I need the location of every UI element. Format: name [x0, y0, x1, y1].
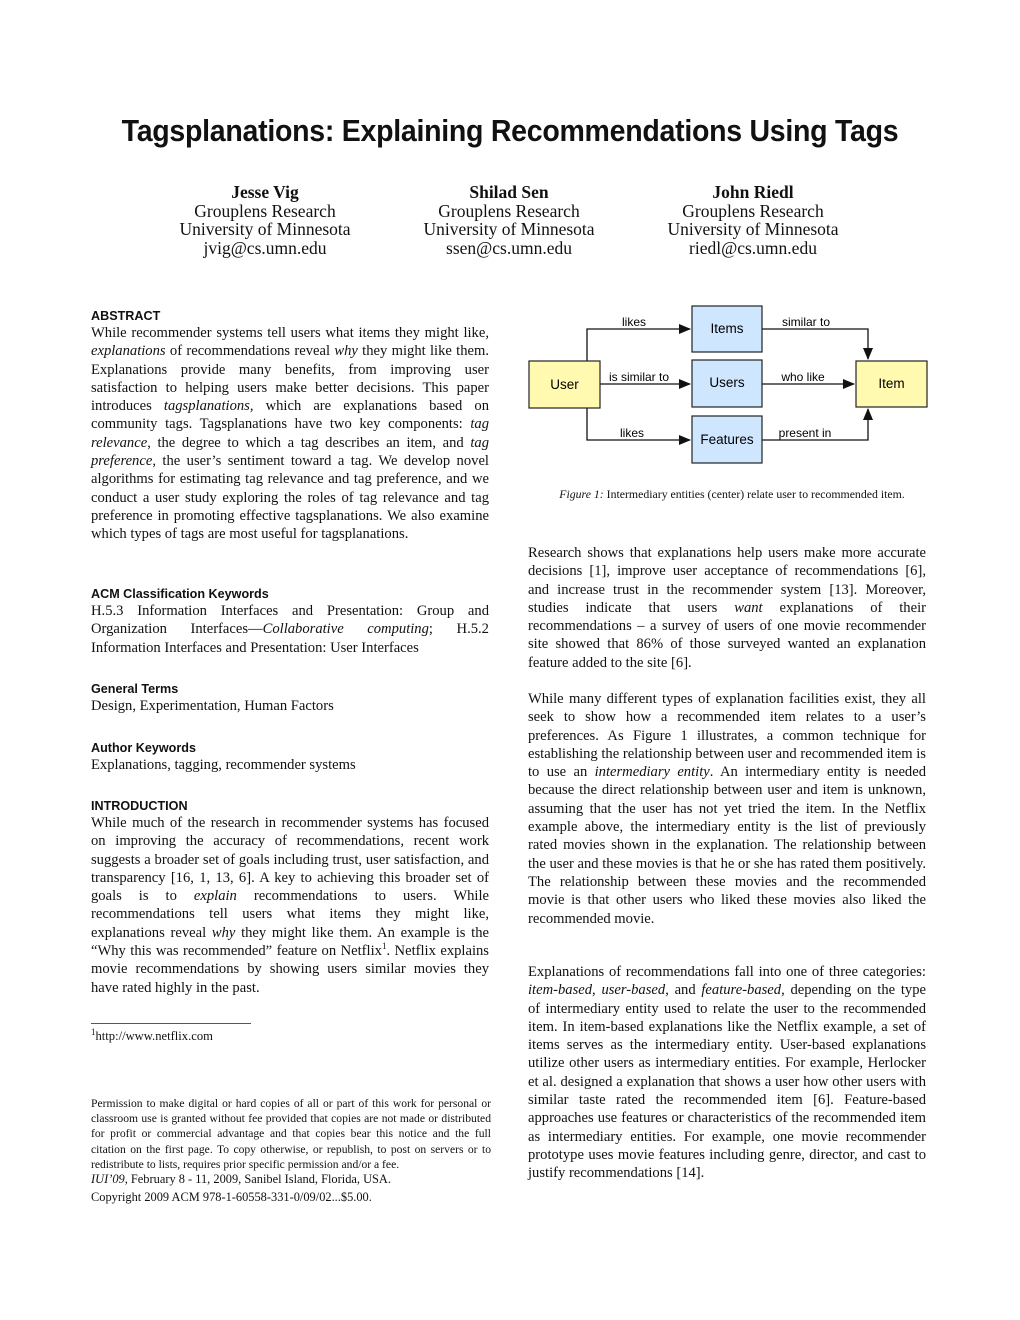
- author-affiliation: Grouplens Research: [682, 200, 824, 221]
- author-affiliation: Grouplens Research: [194, 200, 336, 221]
- footnote-link[interactable]: http://www.netflix.com: [96, 1029, 213, 1043]
- author-block: Jesse Vig Grouplens Research University …: [140, 183, 390, 257]
- edge-items-item: [762, 328, 873, 360]
- venue-line: IUI’09, February 8 - 11, 2009, Sanibel I…: [91, 1172, 391, 1187]
- introduction-section: INTRODUCTION While much of the research …: [91, 798, 489, 997]
- author-keywords-section: Author Keywords Explanations, tagging, r…: [91, 740, 489, 774]
- footnote: 1http://www.netflix.com: [91, 1027, 213, 1044]
- abstract-heading: ABSTRACT: [91, 309, 161, 323]
- acm-keywords-heading: ACM Classification Keywords: [91, 587, 269, 601]
- introduction-text: While much of the research in recommende…: [91, 815, 490, 996]
- footnote-divider: [91, 1023, 251, 1024]
- abstract-section: ABSTRACT While recommender systems tell …: [91, 308, 489, 544]
- svg-text:Items: Items: [710, 321, 743, 336]
- author-name: Shilad Sen: [469, 182, 549, 202]
- figure-1-diagram: User Items Users Features Item likes is …: [528, 305, 928, 464]
- edge-user-items: [586, 324, 691, 361]
- svg-text:User: User: [550, 377, 579, 392]
- body-paragraph: Research shows that explanations help us…: [528, 545, 927, 671]
- svg-text:Features: Features: [700, 432, 754, 447]
- author-email: jvig@cs.umn.edu: [203, 237, 327, 258]
- figure-label: Figure 1:: [559, 487, 604, 501]
- svg-text:Item: Item: [878, 376, 904, 391]
- permission-notice: Permission to make digital or hard copie…: [91, 1096, 491, 1205]
- copyright-line: Copyright 2009 ACM 978-1-60558-331-0/09/…: [91, 1190, 372, 1205]
- author-keywords-heading: Author Keywords: [91, 741, 196, 755]
- body-paragraph: While many different types of explanatio…: [528, 691, 926, 927]
- general-terms-text: Design, Experimentation, Human Factors: [91, 698, 334, 714]
- svg-text:Users: Users: [709, 375, 745, 390]
- acm-keywords-text: H.5.3 Information Interfaces and Present…: [91, 603, 489, 656]
- author-name: Jesse Vig: [231, 182, 299, 202]
- edge-label: likes: [622, 315, 646, 329]
- node-features: Features: [691, 415, 763, 464]
- node-users: Users: [691, 359, 763, 408]
- abstract-text: While recommender systems tell users wha…: [91, 325, 489, 543]
- author-keywords-text: Explanations, tagging, recommender syste…: [91, 757, 356, 773]
- author-block: Shilad Sen Grouplens Research University…: [384, 183, 634, 257]
- figure-caption-text: Intermediary entities (center) relate us…: [603, 487, 905, 501]
- edge-label: likes: [620, 426, 644, 440]
- author-institution: University of Minnesota: [179, 219, 351, 239]
- edge-label: who like: [780, 370, 825, 384]
- introduction-heading: INTRODUCTION: [91, 799, 188, 813]
- paper-title: Tagsplanations: Explaining Recommendatio…: [121, 113, 899, 148]
- node-user: User: [528, 360, 601, 409]
- author-institution: University of Minnesota: [667, 219, 839, 239]
- author-email: riedl@cs.umn.edu: [689, 237, 817, 258]
- edge-label: similar to: [782, 315, 830, 329]
- general-terms-heading: General Terms: [91, 682, 179, 696]
- author-block: John Riedl Grouplens Research University…: [628, 183, 878, 257]
- acm-keywords-section: ACM Classification Keywords H.5.3 Inform…: [91, 586, 489, 657]
- author-institution: University of Minnesota: [423, 219, 595, 239]
- figure-1-caption: Figure 1: Intermediary entities (center)…: [527, 487, 937, 502]
- node-item: Item: [855, 360, 928, 408]
- author-affiliation: Grouplens Research: [438, 200, 580, 221]
- general-terms-section: General Terms Design, Experimentation, H…: [91, 681, 489, 715]
- edge-label: present in: [779, 426, 832, 440]
- body-paragraph: Explanations of recommendations fall int…: [528, 964, 926, 1182]
- author-name: John Riedl: [712, 182, 794, 202]
- node-items: Items: [691, 305, 763, 353]
- permission-text: Permission to make digital or hard copie…: [91, 1097, 491, 1171]
- edge-label: is similar to: [609, 370, 669, 384]
- author-email: ssen@cs.umn.edu: [446, 237, 572, 258]
